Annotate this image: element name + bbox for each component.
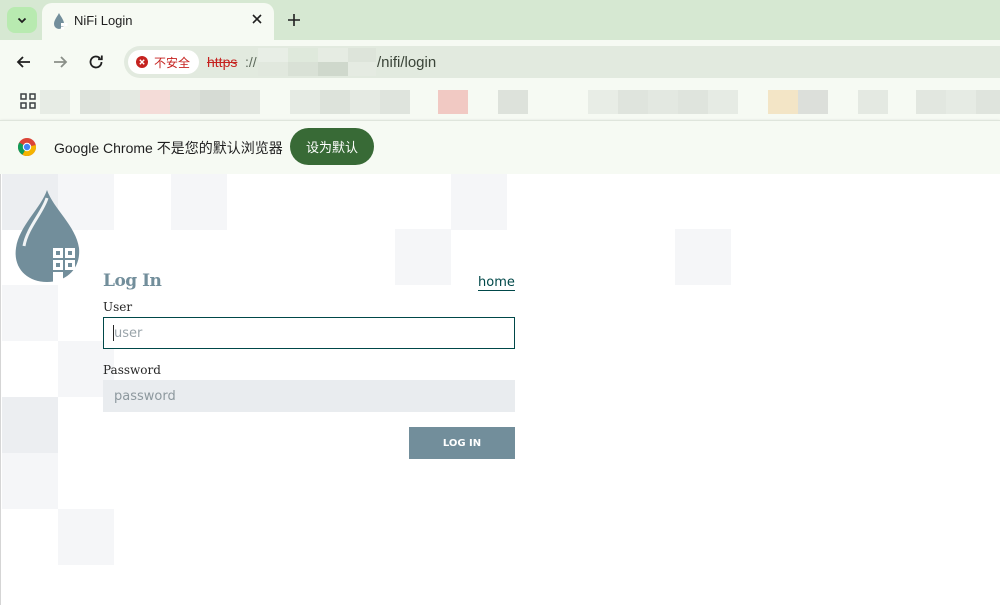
set-default-button[interactable]: 设为默认 — [290, 128, 374, 165]
close-icon[interactable] — [250, 12, 264, 26]
plus-icon[interactable] — [285, 11, 303, 29]
security-chip[interactable]: 不安全 — [128, 50, 200, 74]
browser-toolbar: 不安全 https :// /nifi/login — [0, 40, 1000, 84]
nifi-drop-icon — [54, 13, 68, 30]
tab-search-button[interactable] — [7, 7, 37, 33]
password-input[interactable] — [103, 380, 515, 412]
arrow-left-icon[interactable] — [14, 52, 34, 72]
home-link[interactable]: home — [478, 275, 515, 291]
bookmarks-bar — [0, 84, 1000, 120]
url-scheme: https — [207, 54, 238, 70]
password-label: Password — [103, 363, 161, 377]
user-label: User — [103, 300, 133, 314]
security-label: 不安全 — [154, 55, 191, 70]
default-browser-infobar: Google Chrome 不是您的默认浏览器 设为默认 — [0, 120, 1000, 174]
login-button[interactable]: LOG IN — [409, 427, 515, 459]
error-circle-icon — [136, 56, 148, 68]
background-tile — [451, 174, 507, 230]
text-caret — [113, 325, 114, 341]
address-bar[interactable]: 不安全 https :// /nifi/login — [124, 46, 1000, 78]
background-tile — [171, 174, 227, 230]
bookmarks-redacted — [40, 84, 1000, 120]
nifi-logo-icon — [15, 190, 80, 282]
user-input[interactable] — [103, 317, 515, 349]
url-host-redacted — [258, 48, 376, 76]
background-tile — [58, 509, 114, 565]
tab-title: NiFi Login — [74, 13, 133, 28]
nifi-login-page: Log In home User Password LOG IN — [0, 174, 1000, 605]
chrome-logo-icon — [18, 138, 36, 156]
background-tile — [675, 229, 731, 285]
reload-icon[interactable] — [86, 52, 106, 72]
background-tile — [2, 397, 58, 453]
tab-nifi-login[interactable]: NiFi Login — [42, 3, 274, 40]
background-tile — [2, 453, 58, 509]
login-title: Log In — [103, 271, 162, 291]
background-tile — [2, 285, 58, 341]
arrow-right-icon[interactable] — [50, 52, 70, 72]
url-path: /nifi/login — [377, 54, 437, 71]
infobar-message: Google Chrome 不是您的默认浏览器 — [54, 140, 283, 156]
background-tile — [395, 229, 451, 285]
tab-strip: NiFi Login — [0, 0, 1000, 40]
chevron-down-icon — [17, 17, 27, 24]
url-separator: :// — [245, 54, 257, 70]
apps-grid-icon[interactable] — [20, 93, 36, 109]
